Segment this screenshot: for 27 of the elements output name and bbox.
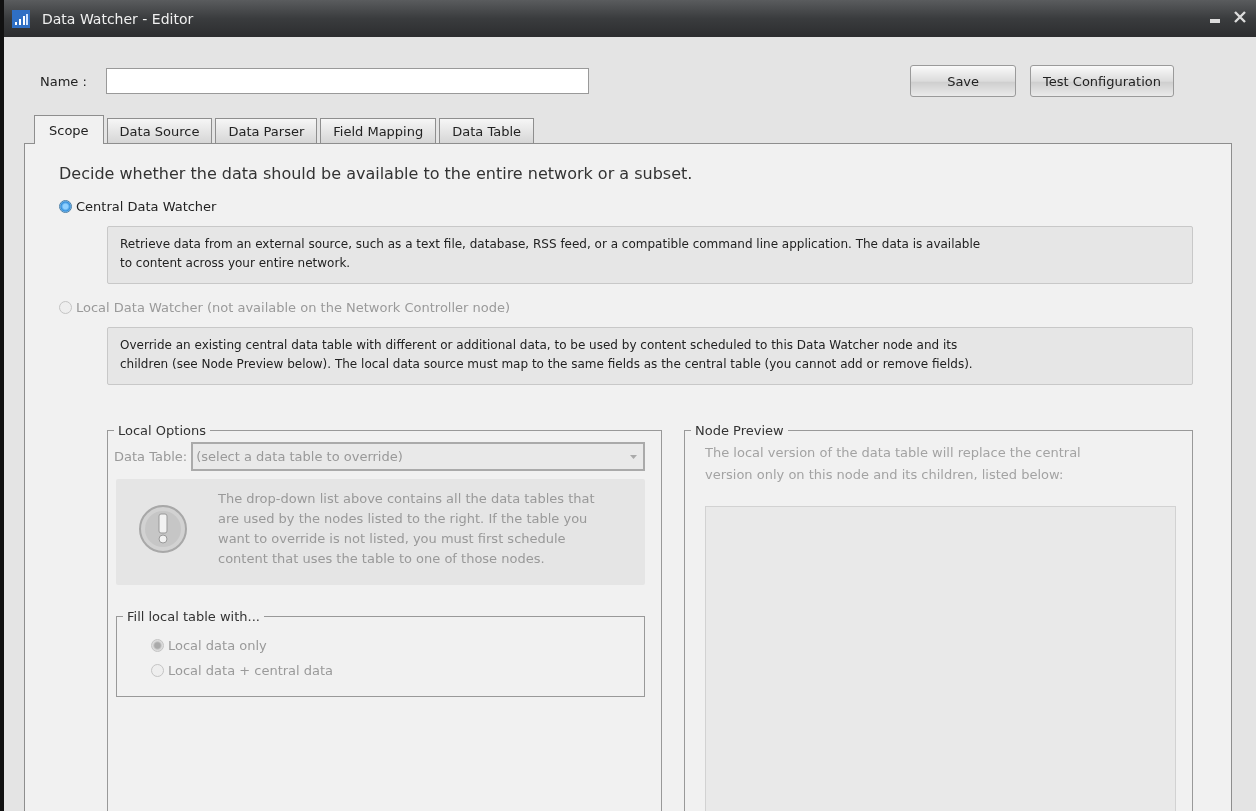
group-title: Node Preview — [694, 423, 785, 438]
info-text: The drop-down list above contains all the data tables that are used by the nodes listed to the right. If the table you want to override is not listed, you must first schedule content that uses the table to one of those nodes. — [218, 490, 595, 568]
group-title: Fill local table with... — [126, 609, 261, 624]
window-title: Data Watcher - Editor — [42, 10, 195, 27]
caret-icon — [630, 454, 637, 459]
name-label: Name : — [40, 73, 88, 89]
bar-chart-icon — [12, 9, 30, 28]
name-field[interactable] — [106, 68, 589, 94]
dropdown-placeholder: (select a data table to override) — [196, 449, 403, 464]
description-box: Retrieve data from an external source, such as a text file, database, RSS feed, or a compatible command line application. The data is available to content across your entire network. — [107, 226, 1193, 284]
close-icon[interactable] — [1234, 10, 1246, 23]
tab[interactable]: Scope — [34, 115, 104, 144]
tab[interactable]: Data Source — [106, 118, 213, 143]
description-box: Override an existing central data table with different or additional data, to be used by content scheduled to this Data Watcher node and its children (see Node Preview below). The local data source must map to the same fields as the central table (you cannot add or remove fields). — [107, 327, 1193, 385]
preview-text: The local version of the data table will replace the central version only on this node and its children, listed below: — [705, 444, 1082, 484]
instruction-text: Decide whether the data should be available to the entire network or a subset. — [59, 164, 694, 183]
radio-button[interactable] — [59, 200, 72, 213]
minimize-icon[interactable] — [1210, 18, 1220, 23]
save-button[interactable]: Save — [910, 65, 1017, 97]
radio-label[interactable]: Central Data Watcher — [76, 199, 217, 214]
group-title: Local Options — [117, 423, 207, 438]
test-configuration-button[interactable]: Test Configuration — [1030, 65, 1174, 97]
tab[interactable]: Data Table — [439, 118, 535, 143]
tab[interactable]: Data Parser — [215, 118, 318, 143]
exclamation-icon — [138, 504, 188, 554]
tab[interactable]: Field Mapping — [320, 118, 437, 143]
data-table-label: Data Table: — [114, 449, 188, 464]
